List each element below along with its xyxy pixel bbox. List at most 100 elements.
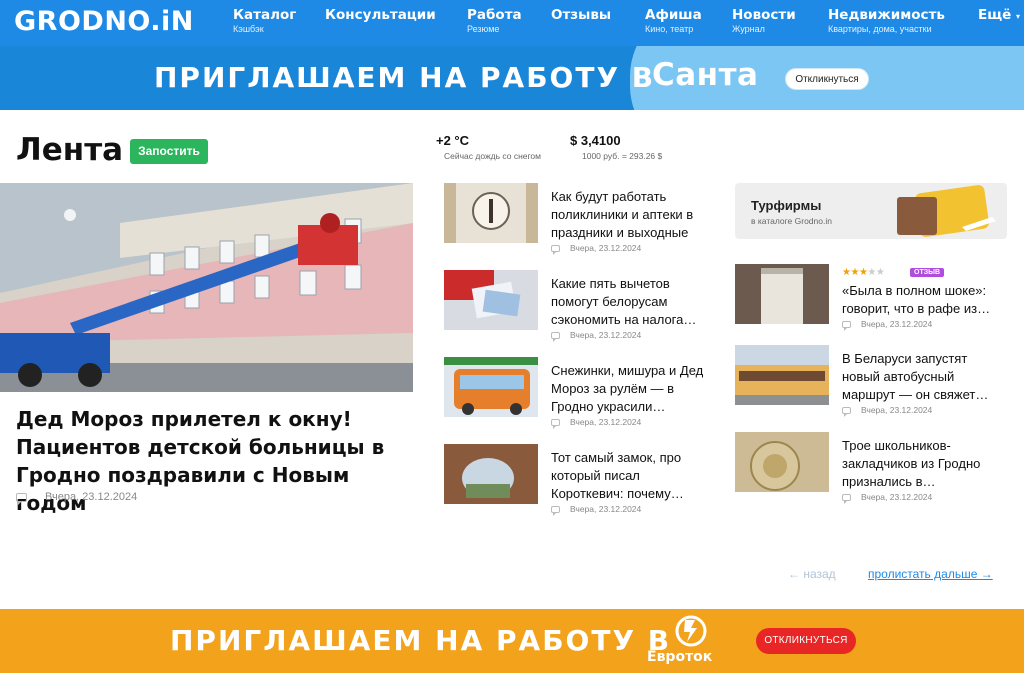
- site-logo[interactable]: GRODNO.iN: [14, 6, 194, 37]
- hero-photo-illustration: [0, 183, 413, 392]
- nav-catalog-label: Каталог: [233, 7, 297, 23]
- news-thumbnail: [444, 183, 538, 243]
- hero-meta: Вчера, 23.12.2024: [16, 491, 138, 505]
- nav-more-text: Ещё: [978, 7, 1012, 23]
- news-date: Вчера, 23.12.2024: [570, 330, 642, 340]
- nav-jobs[interactable]: Работа Резюме: [467, 7, 522, 35]
- tour-title: Турфирмы: [751, 198, 822, 213]
- comment-icon: [551, 506, 560, 517]
- chevron-down-icon: ▾: [1016, 12, 1021, 21]
- top-banner-ad[interactable]: ПРИГЛАШАЕМ НА РАБОТУ В Санта Откликнутьс…: [0, 46, 1024, 110]
- post-button[interactable]: Запостить: [130, 139, 208, 164]
- top-navigation: GRODNO.iN Каталог Кэшбэк Консультации Ра…: [0, 0, 1024, 46]
- star-filled-icon: ★: [850, 267, 859, 278]
- nav-catalog[interactable]: Каталог Кэшбэк: [233, 7, 296, 35]
- emblem-illustration: [735, 432, 829, 492]
- comment-icon: [551, 245, 560, 256]
- bus-station-illustration: [735, 345, 829, 405]
- news-date: Вчера, 23.12.2024: [570, 417, 642, 427]
- news-item[interactable]: Как будут работать поликлиники и аптеки …: [444, 183, 714, 258]
- star-empty-icon: ★: [867, 267, 876, 278]
- news-date: Вчера, 23.12.2024: [861, 492, 933, 502]
- news-item[interactable]: Тот самый замок, про который писал Корот…: [444, 444, 714, 519]
- news-date: Вчера, 23.12.2024: [861, 405, 933, 415]
- hero-date: Вчера, 23.12.2024: [45, 491, 138, 503]
- weather-description: Сейчас дождь со снегом: [444, 151, 541, 161]
- footer-strip: [0, 673, 1024, 683]
- luggage-illustration: [897, 185, 996, 237]
- currency-description: 1000 руб. = 293.26 $: [582, 151, 663, 161]
- banner-headline: ПРИГЛАШАЕМ НА РАБОТУ В: [154, 61, 656, 94]
- comment-icon: [842, 407, 851, 418]
- news-thumbnail: [735, 264, 829, 324]
- nav-consultations[interactable]: Консультации: [325, 7, 436, 23]
- news-date: Вчера, 23.12.2024: [570, 504, 642, 514]
- nav-more[interactable]: Ещё ▾: [978, 7, 1020, 25]
- news-title: Тот самый замок, про который писал Корот…: [551, 450, 684, 501]
- nav-events[interactable]: Афиша Кино, театр: [645, 7, 702, 35]
- news-date: Вчера, 23.12.2024: [861, 319, 933, 329]
- news-item[interactable]: Какие пять вычетов помогут белорусам сэк…: [444, 270, 714, 345]
- nav-events-label: Афиша: [645, 7, 702, 23]
- banner-brand-logo: Санта: [652, 57, 759, 93]
- news-thumbnail: [444, 270, 538, 330]
- news-item[interactable]: Трое школьников-закладчиков из Гродно пр…: [735, 432, 1007, 507]
- hero-image[interactable]: [0, 183, 413, 392]
- nav-more-label: Ещё ▾: [978, 7, 1020, 25]
- nav-news[interactable]: Новости Журнал: [732, 7, 796, 35]
- rating-stars: ★★★★★: [842, 267, 885, 278]
- nav-catalog-sub: Кэшбэк: [233, 24, 264, 34]
- news-date: Вчера, 23.12.2024: [570, 243, 642, 253]
- comment-icon: [842, 494, 851, 505]
- currency-rate[interactable]: $ 3,4100: [570, 133, 621, 148]
- comment-icon: [551, 419, 560, 430]
- nav-realty[interactable]: Недвижимость Квартиры, дома, участки: [828, 7, 945, 35]
- comment-icon: [16, 492, 27, 505]
- news-meta: Вчера, 23.12.2024: [551, 504, 642, 517]
- nav-realty-sub: Квартиры, дома, участки: [828, 24, 932, 34]
- news-item[interactable]: В Беларуси запустят новый автобусный мар…: [735, 345, 1007, 420]
- news-title: Снежинки, мишура и Дед Мороз за рулём — …: [551, 363, 704, 414]
- nav-jobs-label: Работа: [467, 7, 522, 23]
- news-title: Трое школьников-закладчиков из Гродно пр…: [842, 438, 981, 489]
- banner-brand-logo: Евроток: [647, 649, 713, 665]
- pager-back-link[interactable]: ← назад: [788, 567, 836, 581]
- nav-news-sub: Журнал: [732, 24, 765, 34]
- news-meta: Вчера, 23.12.2024: [842, 405, 933, 418]
- news-title: Как будут работать поликлиники и аптеки …: [551, 189, 694, 240]
- nav-reviews[interactable]: Отзывы: [551, 7, 611, 23]
- news-thumbnail: [444, 357, 538, 417]
- nav-jobs-sub: Резюме: [467, 24, 500, 34]
- comment-icon: [551, 332, 560, 343]
- news-meta: Вчера, 23.12.2024: [842, 492, 933, 505]
- bottom-banner-ad[interactable]: ПРИГЛАШАЕМ НА РАБОТУ В Евроток ОТКЛИКНУТ…: [0, 609, 1024, 673]
- pager-next-link[interactable]: пролистать дальше →: [868, 567, 993, 581]
- news-meta: Вчера, 23.12.2024: [551, 243, 642, 256]
- nav-news-label: Новости: [732, 7, 796, 23]
- review-item[interactable]: ★★★★★ ОТЗЫВ «Была в полном шоке»: говори…: [735, 264, 1007, 334]
- coffee-cup-illustration: [735, 264, 829, 324]
- banner-respond-button[interactable]: Откликнуться: [785, 68, 869, 90]
- star-empty-icon: ★: [875, 267, 885, 278]
- news-item[interactable]: Снежинки, мишура и Дед Мороз за рулём — …: [444, 357, 714, 432]
- feed-title: Лента: [16, 132, 124, 168]
- nav-realty-label: Недвижимость: [828, 7, 945, 23]
- banner-respond-button[interactable]: ОТКЛИКНУТЬСЯ: [756, 628, 856, 654]
- news-meta: Вчера, 23.12.2024: [551, 417, 642, 430]
- news-photo-illustration: [444, 183, 538, 243]
- news-thumbnail: [735, 345, 829, 405]
- news-meta: Вчера, 23.12.2024: [551, 330, 642, 343]
- news-thumbnail: [735, 432, 829, 492]
- news-photo-illustration: [444, 357, 538, 417]
- news-photo-illustration: [444, 444, 538, 504]
- news-thumbnail: [444, 444, 538, 504]
- news-meta: Вчера, 23.12.2024: [842, 319, 933, 332]
- tour-subtitle: в каталоге Grodno.in: [751, 216, 832, 226]
- news-photo-illustration: [444, 270, 538, 330]
- nav-events-sub: Кино, театр: [645, 24, 694, 34]
- nav-reviews-label: Отзывы: [551, 7, 612, 23]
- review-badge: ОТЗЫВ: [910, 268, 945, 277]
- tour-agencies-promo[interactable]: Турфирмы в каталоге Grodno.in: [735, 183, 1007, 239]
- news-title: Какие пять вычетов помогут белорусам сэк…: [551, 276, 697, 327]
- weather-temperature[interactable]: +2 °C: [436, 133, 469, 148]
